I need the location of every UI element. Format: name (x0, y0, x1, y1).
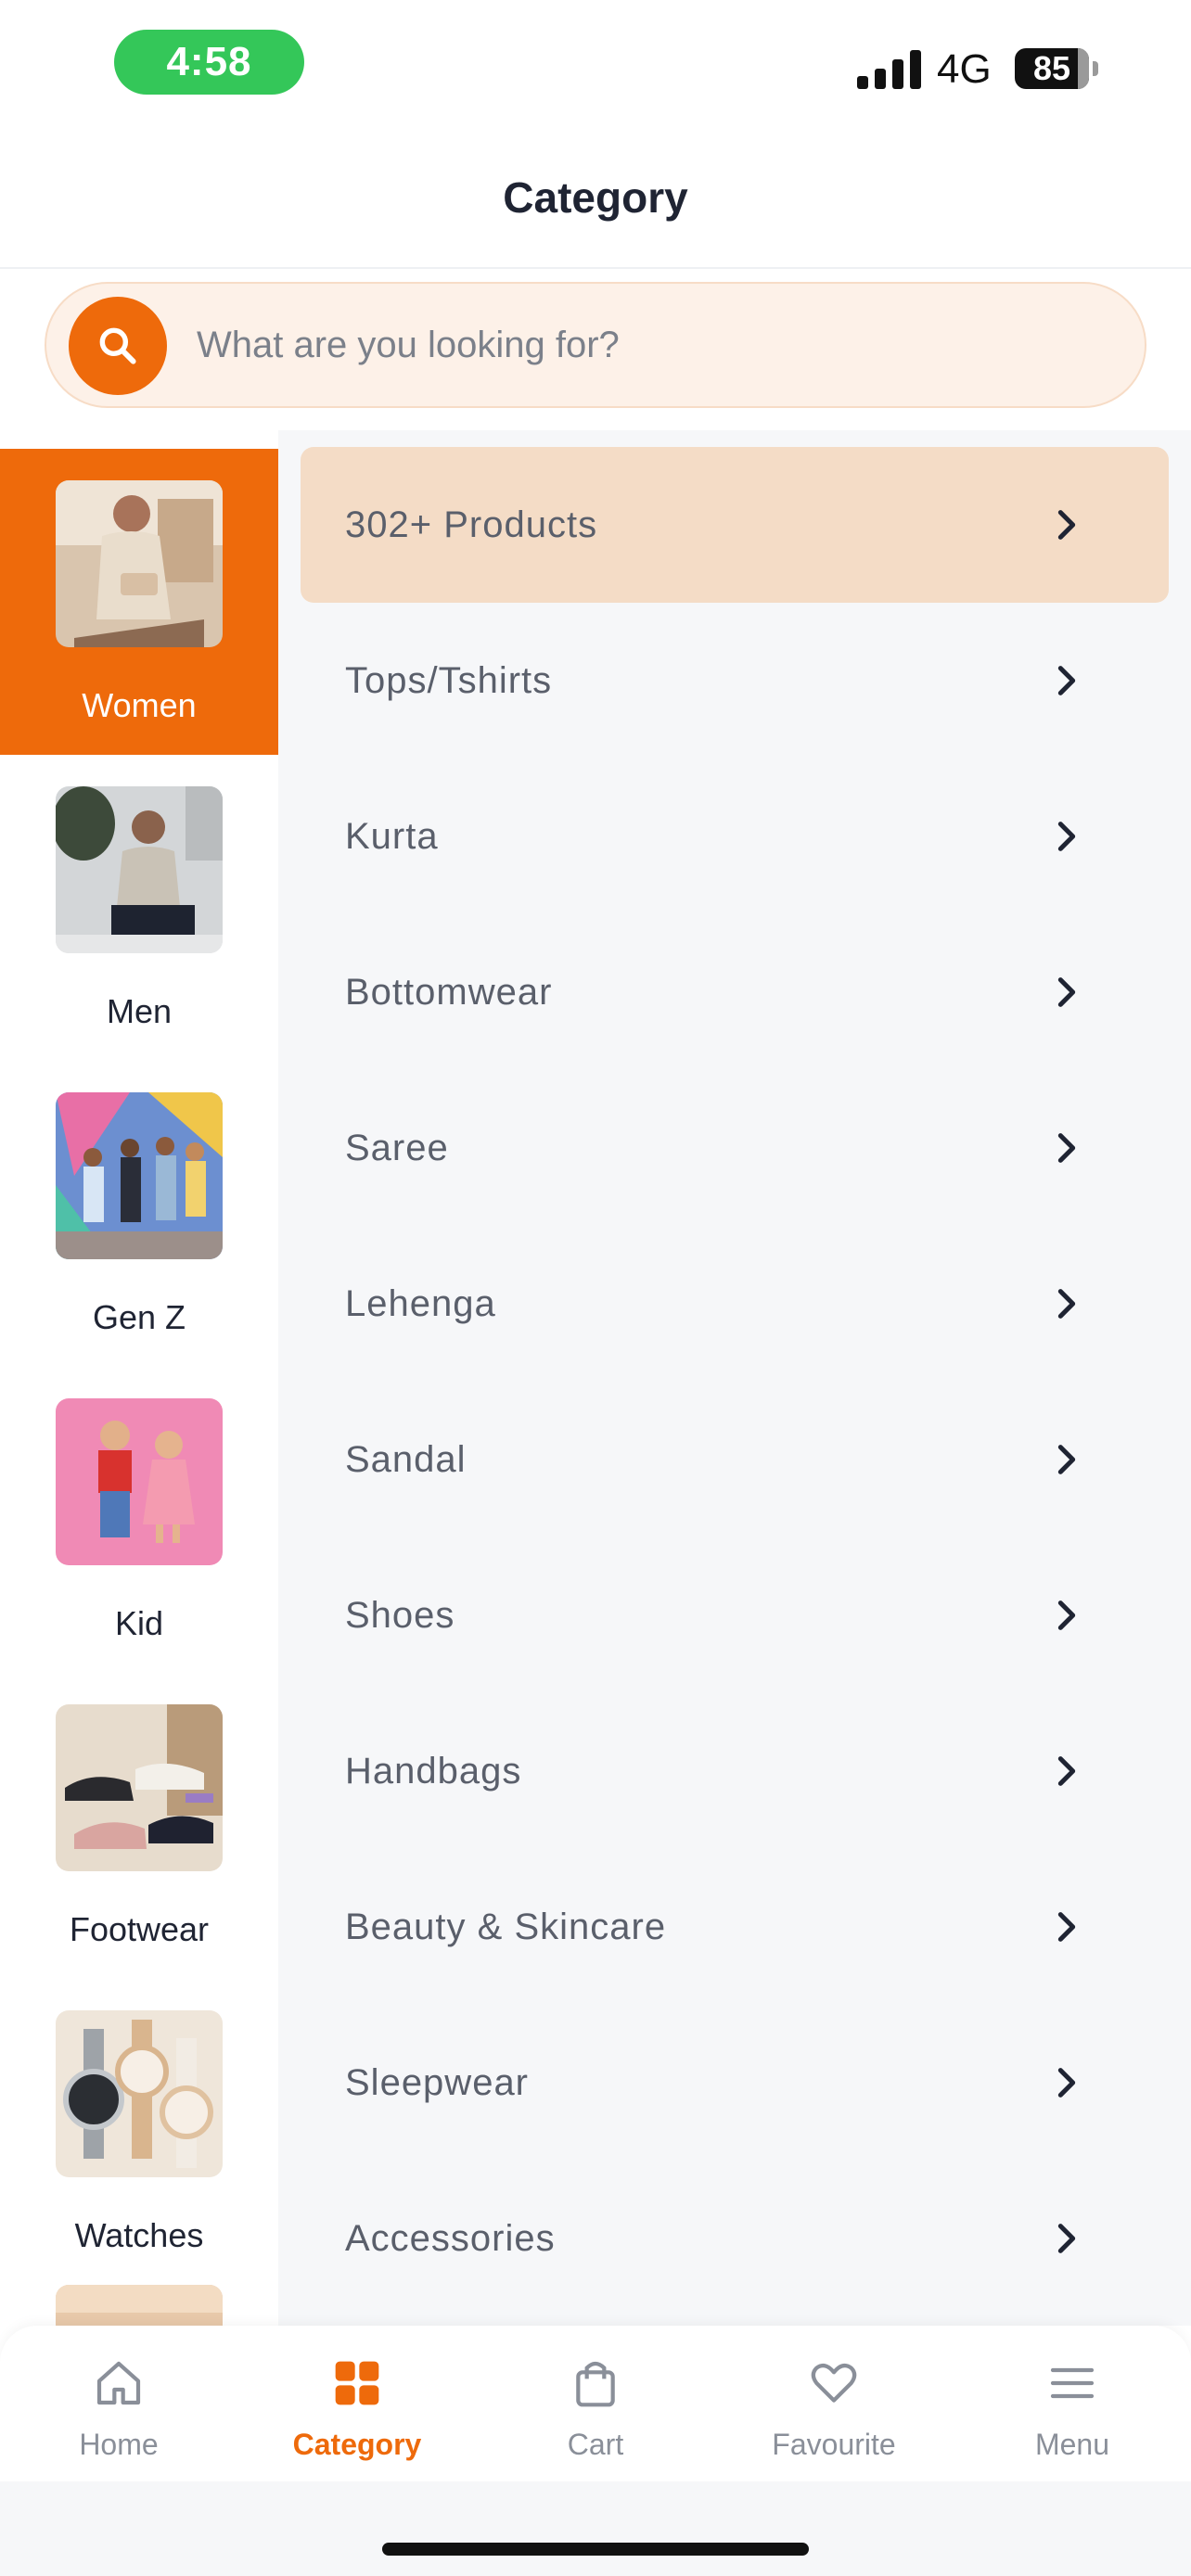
sidebar-item-partial[interactable] (0, 2285, 278, 2326)
category-label: Sandal (345, 1439, 467, 1480)
chevron-right-icon (1057, 1289, 1076, 1319)
category-row-lehenga[interactable]: Lehenga (301, 1226, 1169, 1382)
nav-label-favourite: Favourite (772, 2428, 896, 2461)
category-label: Sleepwear (345, 2062, 530, 2103)
category-row-all-products[interactable]: 302+ Products (301, 447, 1169, 603)
chevron-right-icon (1057, 1600, 1076, 1630)
chevron-right-icon (1057, 977, 1076, 1007)
chevron-right-icon (1057, 1912, 1076, 1942)
footwear-thumbnail (56, 1704, 223, 1871)
category-row-bottomwear[interactable]: Bottomwear (301, 914, 1169, 1070)
bag-icon (576, 2361, 615, 2407)
status-time: 4:58 (114, 30, 304, 95)
search-bar[interactable] (45, 282, 1146, 408)
category-label: Saree (345, 1128, 449, 1168)
sidebar-label-kid: Kid (114, 1604, 164, 1642)
nav-favourite[interactable]: Favourite (715, 2326, 953, 2481)
grid-icon (335, 2361, 379, 2405)
sidebar-item-gen-z[interactable]: Gen Z (0, 1061, 278, 1367)
category-row-accessories[interactable]: Accessories (301, 2161, 1169, 2316)
category-label: Bottomwear (345, 972, 553, 1013)
battery-percent: 85 (1032, 49, 1071, 87)
category-row-sleepwear[interactable]: Sleepwear (301, 2005, 1169, 2161)
network-type: 4G (937, 46, 992, 92)
chevron-right-icon (1057, 666, 1076, 695)
category-row-handbags[interactable]: Handbags (301, 1693, 1169, 1849)
battery-icon: 85 (1015, 48, 1089, 89)
category-row-beauty-skincare[interactable]: Beauty & Skincare (301, 1849, 1169, 2005)
heart-icon (811, 2363, 857, 2403)
search-input[interactable] (197, 284, 1115, 406)
nav-label-home: Home (79, 2428, 159, 2461)
chevron-right-icon (1057, 2068, 1076, 2098)
chevron-right-icon (1057, 1133, 1076, 1163)
home-indicator[interactable] (382, 2543, 809, 2556)
category-label: 302+ Products (345, 504, 598, 545)
nav-home[interactable]: Home (0, 2326, 237, 2481)
search-button[interactable] (69, 297, 167, 395)
category-list: 302+ Products Tops/Tshirts Kurta Bottomw… (278, 430, 1191, 2326)
category-row-sandal[interactable]: Sandal (301, 1382, 1169, 1537)
sidebar-item-watches[interactable]: Watches (0, 1979, 278, 2285)
watches-thumbnail (56, 2010, 223, 2177)
menu-icon (1050, 2367, 1095, 2399)
category-label: Accessories (345, 2218, 556, 2259)
category-row-tops-tshirts[interactable]: Tops/Tshirts (301, 603, 1169, 759)
category-label: Lehenga (345, 1283, 496, 1324)
category-label: Shoes (345, 1595, 455, 1636)
category-label: Kurta (345, 816, 439, 857)
category-row-kurta[interactable]: Kurta (301, 759, 1169, 914)
nav-menu[interactable]: Menu (954, 2326, 1191, 2481)
home-indicator-area (0, 2481, 1191, 2576)
sidebar-item-kid[interactable]: Kid (0, 1367, 278, 1673)
home-icon (96, 2361, 141, 2405)
sidebar-item-men[interactable]: Men (0, 755, 278, 1061)
nav-cart[interactable]: Cart (477, 2326, 714, 2481)
sidebar-label-men: Men (106, 992, 173, 1030)
chevron-right-icon (1057, 1445, 1076, 1474)
women-thumbnail (56, 480, 223, 647)
chevron-right-icon (1057, 1756, 1076, 1786)
header: Category (0, 130, 1191, 269)
category-label: Beauty & Skincare (345, 1906, 667, 1947)
search-section (0, 271, 1191, 428)
men-thumbnail (56, 786, 223, 953)
chevron-right-icon (1057, 2224, 1076, 2253)
category-label: Handbags (345, 1751, 522, 1792)
chevron-right-icon (1057, 822, 1076, 851)
chevron-right-icon (1057, 510, 1076, 540)
partial-thumbnail (56, 2285, 223, 2326)
sidebar-label-footwear: Footwear (69, 1910, 210, 1948)
search-icon (99, 327, 136, 364)
sidebar-item-women[interactable]: Women (0, 449, 278, 755)
nav-label-cart: Cart (567, 2428, 624, 2461)
gen-z-thumbnail (56, 1092, 223, 1259)
bottom-nav: Home Category Cart Favourite Menu (0, 2326, 1191, 2481)
sidebar-label-gen-z: Gen Z (92, 1298, 186, 1336)
nav-label-category: Category (292, 2428, 422, 2461)
kid-thumbnail (56, 1398, 223, 1565)
status-bar: 4:58 4G 85 (0, 0, 1191, 130)
signal-icon (857, 48, 921, 89)
sidebar-item-footwear[interactable]: Footwear (0, 1673, 278, 1979)
nav-label-menu: Menu (1034, 2428, 1110, 2461)
category-label: Tops/Tshirts (345, 660, 553, 701)
category-row-saree[interactable]: Saree (301, 1070, 1169, 1226)
category-sidebar: Women Men Gen Z Kid Footwear Watches (0, 449, 278, 2326)
battery-tip (1093, 61, 1098, 76)
sidebar-label-watches: Watches (74, 2216, 204, 2254)
sidebar-label-women: Women (82, 686, 197, 724)
category-row-shoes[interactable]: Shoes (301, 1537, 1169, 1693)
page-title: Category (503, 173, 688, 222)
nav-category[interactable]: Category (238, 2326, 476, 2481)
